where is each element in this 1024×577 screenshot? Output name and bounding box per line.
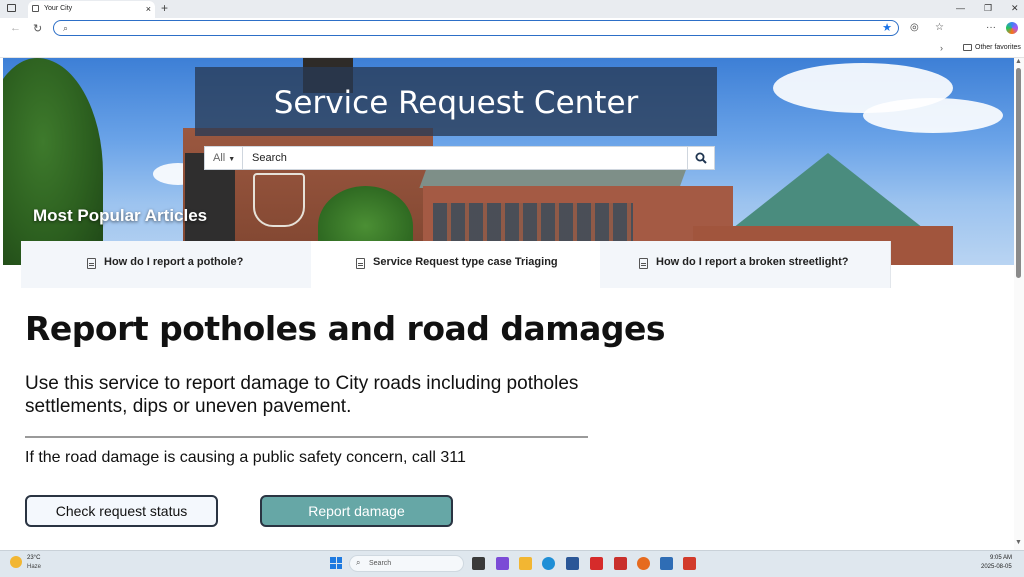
tree <box>3 58 103 265</box>
document-icon <box>87 258 96 269</box>
browser-toolbar: ← ↻ ⌕ ★ ◎ ☆ ··· <box>0 18 1024 40</box>
weather-sun-icon[interactable] <box>10 556 22 568</box>
popular-articles-heading: Most Popular Articles <box>33 206 208 225</box>
favorite-star-icon[interactable]: ★ <box>882 21 892 34</box>
article-title[interactable]: How do I report a broken streetlight? <box>656 256 849 268</box>
search-icon <box>695 152 707 164</box>
teams-app-icon[interactable] <box>660 557 673 570</box>
hero-banner: Service Request Center All▼ Most Popular… <box>3 58 1014 265</box>
green-pyramid-roof <box>733 153 923 228</box>
check-request-status-button[interactable]: Check request status <box>25 495 218 527</box>
article-title[interactable]: Service Request type case Triaging <box>373 256 558 268</box>
page-scrollbar[interactable]: ▲ ▼ <box>1014 58 1024 550</box>
search-scope-value: All <box>213 152 226 164</box>
weather-condition[interactable]: Haze <box>27 564 41 570</box>
page-title: Service Request Center <box>273 85 639 121</box>
service-description: Use this service to report damage to Cit… <box>25 373 579 417</box>
favorites-icon[interactable]: ☆ <box>935 22 944 33</box>
tab-close-icon[interactable]: × <box>146 4 151 14</box>
page-viewport: Service Request Center All▼ Most Popular… <box>3 58 1014 550</box>
windows-taskbar: 23°C Haze ⌕ Search 9:05 AM 2025-08-05 <box>0 550 1024 577</box>
tab-actions-icon[interactable] <box>7 4 16 12</box>
city-crest <box>253 173 305 227</box>
tab-title: Your City <box>44 5 73 12</box>
start-menu-icon[interactable] <box>330 557 342 569</box>
scroll-down-icon[interactable]: ▼ <box>1015 539 1022 546</box>
copilot-icon[interactable] <box>1006 22 1018 34</box>
new-tab-icon[interactable]: + <box>161 1 168 15</box>
report-damage-button[interactable]: Report damage <box>260 495 453 527</box>
article-title[interactable]: How do I report a pothole? <box>104 256 243 268</box>
search-input[interactable] <box>244 147 686 169</box>
app-l-icon[interactable] <box>590 557 603 570</box>
weather-temperature[interactable]: 23°C <box>27 555 40 561</box>
close-window-icon[interactable]: ✕ <box>1011 3 1019 14</box>
search-icon: ⌕ <box>356 558 361 567</box>
browser-tab[interactable]: Your City × <box>28 1 155 18</box>
search-scope-dropdown[interactable]: All ▼ <box>205 147 243 169</box>
scrollbar-thumb[interactable] <box>1016 68 1021 278</box>
maximize-icon[interactable]: ❐ <box>984 3 992 14</box>
document-icon <box>356 258 365 269</box>
edge-browser-icon[interactable] <box>542 557 555 570</box>
store-app-icon[interactable] <box>566 557 579 570</box>
task-view-icon[interactable] <box>472 557 485 570</box>
more-menu-icon[interactable]: ··· <box>986 22 996 33</box>
back-icon[interactable]: ← <box>10 22 21 34</box>
article-card[interactable]: How do I report a broken streetlight? <box>600 241 891 288</box>
app-red-icon[interactable] <box>614 557 627 570</box>
popular-articles: How do I report a pothole? Service Reque… <box>21 241 891 288</box>
article-card[interactable]: How do I report a pothole? <box>21 241 311 288</box>
address-bar[interactable]: ⌕ ★ <box>53 20 899 36</box>
favorites-bar: › Other favorites <box>0 40 1024 58</box>
search-button[interactable] <box>687 147 714 169</box>
reload-icon[interactable]: ↻ <box>33 22 42 35</box>
cloud <box>863 98 1003 133</box>
minimize-icon[interactable]: — <box>956 3 965 13</box>
taskbar-search[interactable]: ⌕ Search <box>349 555 464 572</box>
browser-essentials-icon[interactable]: ◎ <box>910 22 919 33</box>
scroll-up-icon[interactable]: ▲ <box>1015 58 1022 65</box>
clock-time[interactable]: 9:05 AM <box>990 555 1012 561</box>
caret-down-icon: ▼ <box>228 156 236 163</box>
taskbar-search-label: Search <box>369 560 392 567</box>
title-overlay: Service Request Center <box>195 67 717 136</box>
divider <box>25 436 588 438</box>
search-bar: All ▼ <box>204 146 715 170</box>
article-card[interactable]: Service Request type case Triaging <box>311 241 600 288</box>
safety-note: If the road damage is causing a public s… <box>25 449 466 466</box>
other-favorites-link[interactable]: Other favorites <box>975 44 1021 51</box>
site-favicon-icon <box>32 5 39 12</box>
search-icon: ⌕ <box>63 23 69 33</box>
browser-tab-bar: Your City × + — ❐ ✕ <box>0 0 1024 18</box>
folder-icon <box>963 44 972 51</box>
firefox-icon[interactable] <box>637 557 650 570</box>
service-heading: Report potholes and road damages <box>25 309 666 348</box>
clock-date[interactable]: 2025-08-05 <box>981 564 1012 570</box>
widgets-app-icon[interactable] <box>496 557 509 570</box>
roof <box>419 168 687 188</box>
document-icon <box>639 258 648 269</box>
file-explorer-icon[interactable] <box>519 557 532 570</box>
powerpoint-app-icon[interactable] <box>683 557 696 570</box>
favorites-chevron-icon[interactable]: › <box>940 43 943 53</box>
